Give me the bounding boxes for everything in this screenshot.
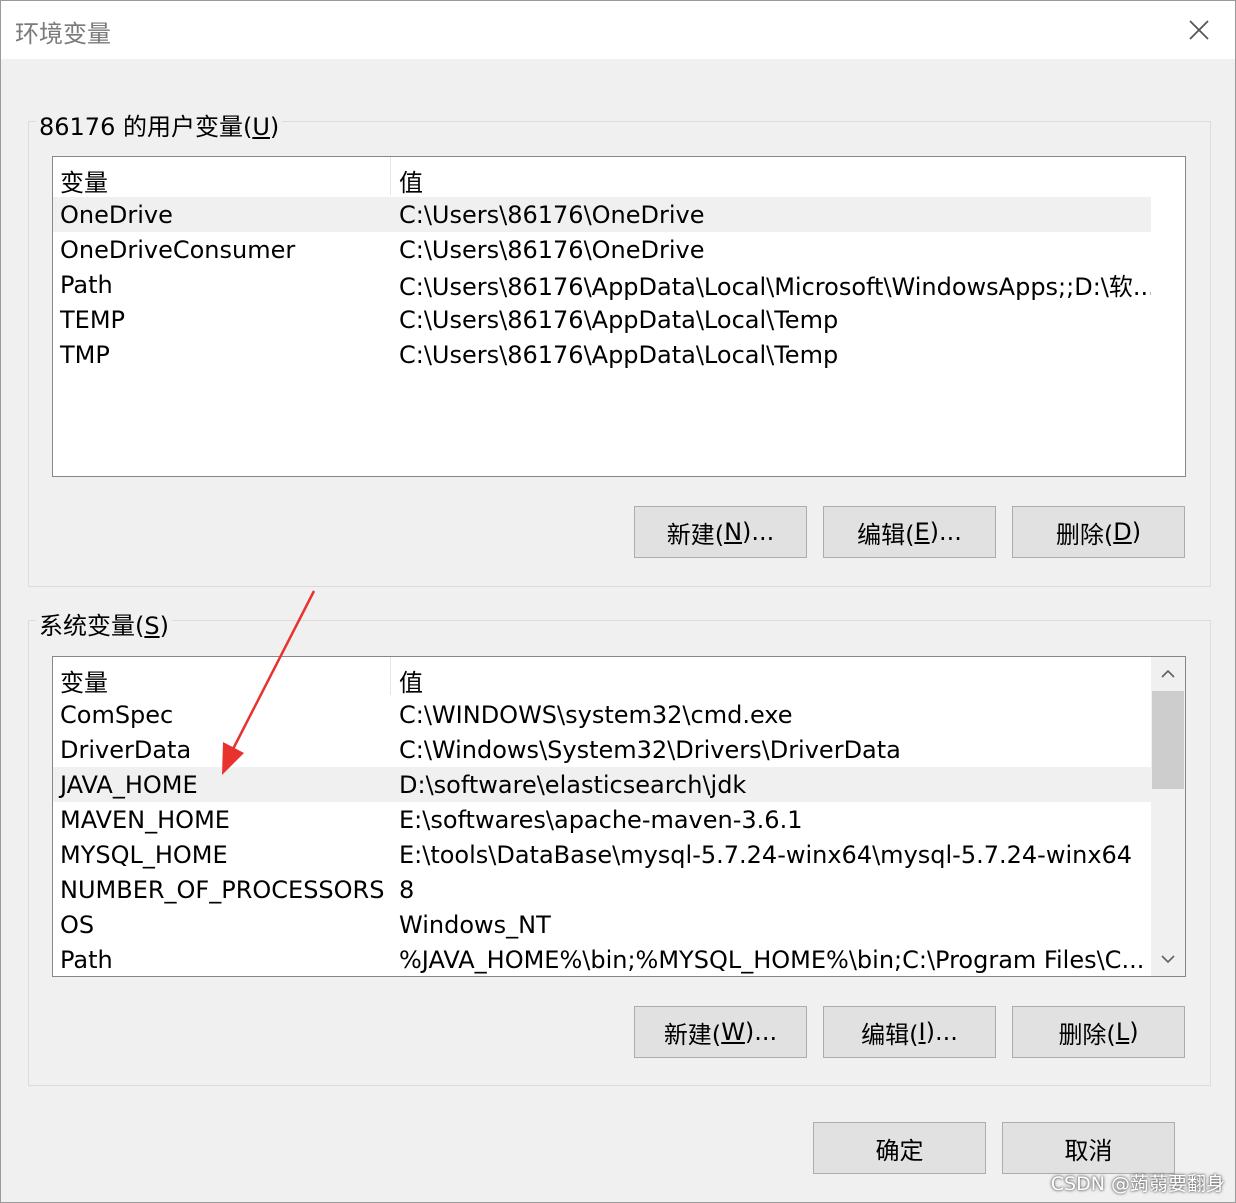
variable-value: 8 xyxy=(399,875,415,904)
variable-name: JAVA_HOME xyxy=(60,770,198,799)
environment-variables-dialog: 环境变量 86176 的用户变量(U) 变量 值 OneDrive C:\User… xyxy=(0,0,1236,1203)
table-row[interactable]: OneDrive C:\Users\86176\OneDrive xyxy=(53,197,1151,232)
variable-value: %JAVA_HOME%\bin;%MYSQL_HOME%\bin;C:\Prog… xyxy=(399,945,1145,974)
variable-name: Path xyxy=(60,945,113,974)
user-edit-button[interactable]: 编辑(E)... xyxy=(823,506,996,558)
scroll-up-button[interactable] xyxy=(1151,657,1185,691)
variable-value: D:\software\elasticsearch\jdk xyxy=(399,770,747,799)
close-icon xyxy=(1189,20,1209,40)
column-header-value[interactable]: 值 xyxy=(391,157,1151,197)
variable-name: MAVEN_HOME xyxy=(60,805,230,834)
variable-name: TMP xyxy=(60,340,110,369)
watermark: CSDN @蒟蒻要翻身 xyxy=(1050,1173,1225,1195)
table-row[interactable]: NUMBER_OF_PROCESSORS 8 xyxy=(53,872,1151,907)
window-title: 环境变量 xyxy=(15,20,111,48)
table-row[interactable]: Path C:\Users\86176\AppData\Local\Microso… xyxy=(53,267,1151,302)
variable-name: DriverData xyxy=(60,735,192,764)
system-variables-group-label: 系统变量(S) xyxy=(36,606,172,641)
list-header: 变量 值 xyxy=(53,657,1151,697)
system-new-button[interactable]: 新建(W)... xyxy=(634,1006,807,1058)
system-delete-button[interactable]: 删除(L) xyxy=(1012,1006,1185,1058)
variable-value: C:\Users\86176\OneDrive xyxy=(399,200,705,229)
variable-value: C:\Users\86176\AppData\Local\Temp xyxy=(399,305,839,334)
column-header-value[interactable]: 值 xyxy=(391,657,1151,697)
table-row[interactable]: JAVA_HOME D:\software\elasticsearch\jdk xyxy=(53,767,1151,802)
variable-name: OneDriveConsumer xyxy=(60,235,296,264)
variable-value: E:\softwares\apache-maven-3.6.1 xyxy=(399,805,803,834)
table-row[interactable]: DriverData C:\Windows\System32\Drivers\Dr… xyxy=(53,732,1151,767)
close-button[interactable] xyxy=(1177,9,1221,51)
variable-name: MYSQL_HOME xyxy=(60,840,228,869)
system-edit-button[interactable]: 编辑(I)... xyxy=(823,1006,996,1058)
user-variables-rows: OneDrive C:\Users\86176\OneDrive OneDriveC… xyxy=(53,197,1151,372)
variable-name: NUMBER_OF_PROCESSORS xyxy=(60,875,385,904)
column-header-variable[interactable]: 变量 xyxy=(53,157,391,197)
user-new-button[interactable]: 新建(N)... xyxy=(634,506,807,558)
ok-button[interactable]: 确定 xyxy=(813,1122,986,1174)
variable-name: ComSpec xyxy=(60,700,174,729)
system-variables-list[interactable]: 变量 值 ComSpec C:\WINDOWS\system32\cmd.exe D… xyxy=(52,656,1186,977)
variable-name: OneDrive xyxy=(60,200,173,229)
variable-value: E:\tools\DataBase\mysql-5.7.24-winx64\my… xyxy=(399,840,1133,869)
title-bar: 环境变量 xyxy=(1,1,1235,59)
user-variables-list[interactable]: 变量 值 OneDrive C:\Users\86176\OneDrive OneD… xyxy=(52,156,1186,477)
table-row[interactable]: TMP C:\Users\86176\AppData\Local\Temp xyxy=(53,337,1151,372)
variable-value: Windows_NT xyxy=(399,910,551,939)
scroll-down-button[interactable] xyxy=(1151,942,1185,976)
variable-name: TEMP xyxy=(60,305,126,334)
system-variables-rows: ComSpec C:\WINDOWS\system32\cmd.exe Driver… xyxy=(53,697,1151,976)
chevron-up-icon xyxy=(1161,669,1175,678)
user-delete-button[interactable]: 删除(D) xyxy=(1012,506,1185,558)
variable-value: C:\WINDOWS\system32\cmd.exe xyxy=(399,700,793,729)
variable-name: Path xyxy=(60,270,113,299)
variable-value: C:\Windows\System32\Drivers\DriverData xyxy=(399,735,901,764)
variable-value: C:\Users\86176\AppData\Local\Temp xyxy=(399,340,839,369)
table-row[interactable]: Path %JAVA_HOME%\bin;%MYSQL_HOME%\bin;C:\… xyxy=(53,942,1151,976)
vertical-scrollbar[interactable] xyxy=(1151,657,1185,976)
list-header: 变量 值 xyxy=(53,157,1151,197)
user-variables-group-label: 86176 的用户变量(U) xyxy=(36,107,283,142)
cancel-button[interactable]: 取消 xyxy=(1002,1122,1175,1174)
variable-value: C:\Users\86176\OneDrive xyxy=(399,235,705,264)
scrollbar-thumb[interactable] xyxy=(1152,691,1184,789)
table-row[interactable]: ComSpec C:\WINDOWS\system32\cmd.exe xyxy=(53,697,1151,732)
table-row[interactable]: TEMP C:\Users\86176\AppData\Local\Temp xyxy=(53,302,1151,337)
column-header-variable[interactable]: 变量 xyxy=(53,657,391,697)
table-row[interactable]: OS Windows_NT xyxy=(53,907,1151,942)
table-row[interactable]: MYSQL_HOME E:\tools\DataBase\mysql-5.7.24… xyxy=(53,837,1151,872)
variable-value: C:\Users\86176\AppData\Local\Microsoft\W… xyxy=(399,273,1151,301)
table-row[interactable]: MAVEN_HOME E:\softwares\apache-maven-3.6.… xyxy=(53,802,1151,837)
chevron-down-icon xyxy=(1161,955,1175,964)
variable-name: OS xyxy=(60,910,95,939)
table-row[interactable]: OneDriveConsumer C:\Users\86176\OneDrive xyxy=(53,232,1151,267)
